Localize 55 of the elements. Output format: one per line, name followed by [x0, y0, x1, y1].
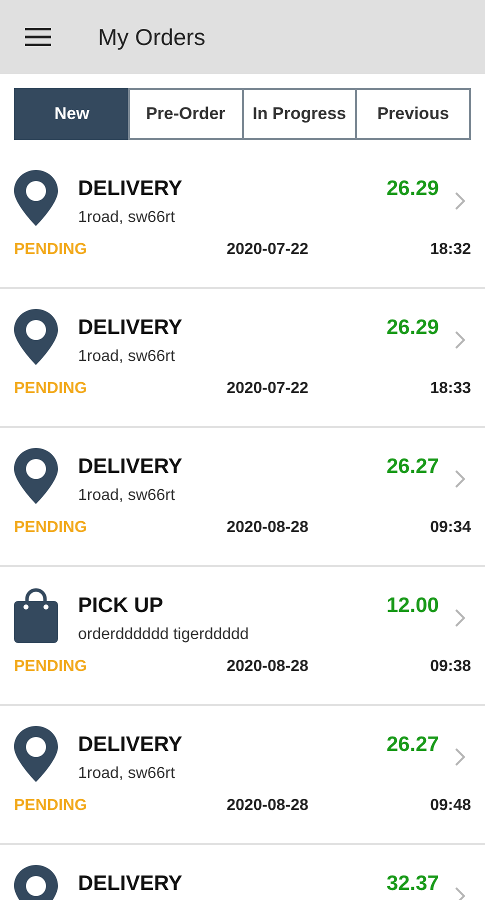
order-type: DELIVERY	[78, 872, 184, 896]
order-amount: 32.37	[386, 872, 439, 896]
chevron-right-icon	[455, 748, 465, 766]
order-date: 2020-08-28	[226, 658, 308, 676]
order-time: 09:38	[430, 658, 471, 676]
order-status: PENDING	[14, 241, 87, 259]
order-address: 1road, sw66rt	[78, 765, 176, 783]
order-status: PENDING	[14, 658, 87, 676]
order-address: orderdddddd tigerddddd	[78, 626, 250, 644]
chevron-right-icon	[455, 192, 465, 210]
tab[interactable]: Pre-Order	[128, 88, 244, 140]
order-type: PICK UP	[78, 594, 164, 618]
tab[interactable]: Previous	[355, 88, 471, 140]
order-time: 18:32	[430, 241, 471, 259]
order-row[interactable]: PICK UP orderdddddd tigerddddd 12.00 PENDING 2020-08-28 09:38	[0, 567, 485, 706]
order-row[interactable]: DELIVERY 1road, sw66rt 26.27 PENDING 2020-08-28 09:34	[0, 428, 485, 567]
chevron-right-icon	[455, 470, 465, 488]
order-time: 09:48	[430, 797, 471, 815]
order-row[interactable]: DELIVERY 32.37	[0, 845, 485, 900]
order-row[interactable]: DELIVERY 1road, sw66rt 26.27 PENDING 2020-08-28 09:48	[0, 706, 485, 845]
chevron-right-icon	[455, 609, 465, 627]
order-time: 18:33	[430, 380, 471, 398]
order-date: 2020-08-28	[226, 797, 308, 815]
order-amount: 26.29	[386, 316, 439, 340]
order-address: 1road, sw66rt	[78, 209, 176, 227]
page-title: My Orders	[98, 24, 206, 50]
tab[interactable]: New	[14, 88, 130, 140]
location-pin-icon	[14, 170, 58, 226]
chevron-right-icon	[455, 331, 465, 349]
order-address: 1road, sw66rt	[78, 348, 176, 366]
order-amount: 26.27	[386, 733, 439, 757]
location-pin-icon	[14, 448, 58, 504]
order-time: 09:34	[430, 519, 471, 537]
order-status: PENDING	[14, 519, 87, 537]
location-pin-icon	[14, 309, 58, 365]
order-date: 2020-08-28	[226, 519, 308, 537]
chevron-right-icon	[455, 887, 465, 900]
menu-icon[interactable]	[24, 26, 52, 48]
order-type: DELIVERY	[78, 177, 184, 201]
tab[interactable]: In Progress	[242, 88, 358, 140]
order-amount: 12.00	[386, 594, 439, 618]
order-status: PENDING	[14, 797, 87, 815]
order-type: DELIVERY	[78, 455, 184, 479]
order-date: 2020-07-22	[226, 380, 308, 398]
order-row[interactable]: DELIVERY 1road, sw66rt 26.29 PENDING 2020-07-22 18:32	[0, 150, 485, 289]
order-status: PENDING	[14, 380, 87, 398]
order-amount: 26.29	[386, 177, 439, 201]
order-amount: 26.27	[386, 455, 439, 479]
order-type: DELIVERY	[78, 733, 184, 757]
location-pin-icon	[14, 726, 58, 782]
order-date: 2020-07-22	[226, 241, 308, 259]
order-type: DELIVERY	[78, 316, 184, 340]
order-row[interactable]: DELIVERY 1road, sw66rt 26.29 PENDING 2020-07-22 18:33	[0, 289, 485, 428]
shopping-bag-icon	[14, 587, 58, 643]
order-address: 1road, sw66rt	[78, 487, 176, 505]
